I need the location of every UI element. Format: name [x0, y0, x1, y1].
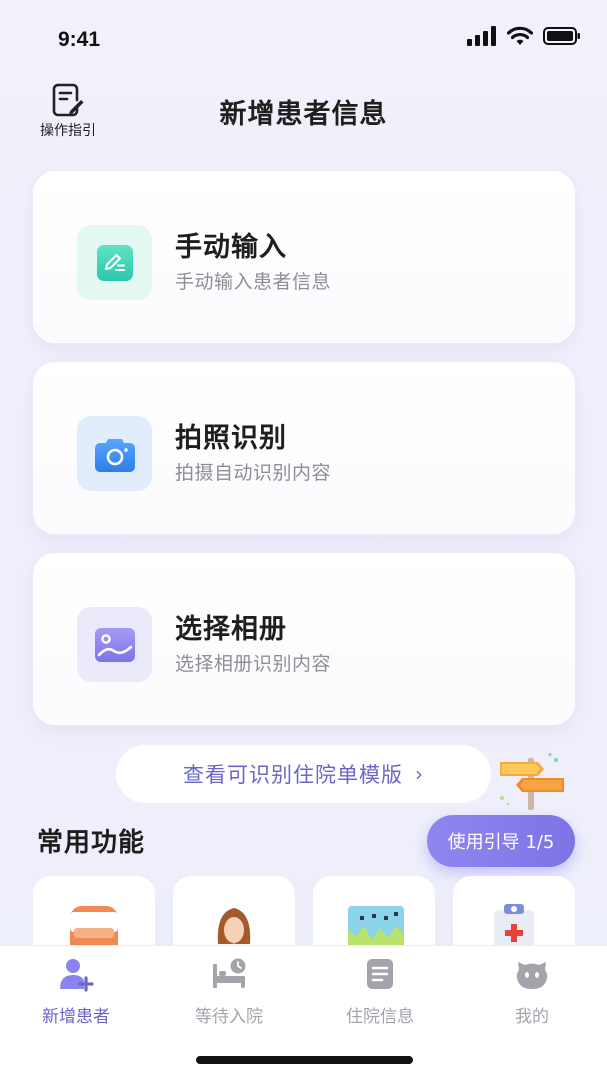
hospital-bed-icon	[213, 958, 246, 988]
choose-album-card[interactable]: 选择相册 选择相册识别内容	[33, 553, 575, 725]
photo-recognition-card[interactable]: 拍照识别 拍摄自动识别内容	[33, 362, 575, 534]
tab-profile-label: 我的	[515, 1007, 549, 1027]
view-templates-label: 查看可识别住院单模版	[183, 763, 403, 787]
doctor-avatar-icon	[217, 908, 251, 946]
tab-add-patient-label: 新增患者	[42, 1007, 110, 1027]
tab-hospital-info[interactable]: 住院信息	[325, 956, 435, 1027]
choose-album-icon-box	[77, 607, 152, 682]
battery-icon	[543, 27, 580, 45]
function-tile-4[interactable]	[453, 876, 575, 946]
function-tile-1[interactable]	[33, 876, 155, 946]
page-title: 新增患者信息	[219, 99, 388, 130]
photo-recognition-icon-box	[77, 416, 152, 491]
profile-face-icon	[516, 962, 548, 989]
manual-input-title: 手动输入	[175, 232, 287, 263]
function-tile-2[interactable]	[173, 876, 295, 946]
tab-add-patient[interactable]: 新增患者	[21, 956, 131, 1027]
photo-recognition-subtitle: 拍摄自动识别内容	[175, 462, 332, 484]
status-icons	[467, 26, 581, 46]
add-patient-icon	[60, 959, 94, 992]
medical-clipboard-icon	[494, 904, 534, 946]
wifi-icon	[507, 26, 533, 45]
status-time: 9:41	[58, 28, 101, 51]
manual-input-icon-box	[77, 225, 152, 300]
medicine-bottle-icon	[70, 906, 118, 946]
pencil-edit-icon	[96, 244, 133, 281]
tab-waiting-admission[interactable]: 等待入院	[174, 956, 284, 1027]
image-gallery-icon	[94, 627, 135, 662]
chart-monitor-icon	[348, 906, 404, 946]
choose-album-title: 选择相册	[175, 614, 287, 645]
tab-waiting-admission-label: 等待入院	[195, 1007, 263, 1027]
common-functions-row	[33, 876, 575, 946]
photo-recognition-title: 拍照识别	[175, 423, 287, 454]
signpost-icon	[500, 753, 564, 810]
chevron-right-icon: ›	[415, 762, 424, 786]
home-indicator[interactable]	[196, 1056, 413, 1064]
common-functions-title: 常用功能	[37, 828, 146, 858]
cellular-signal-icon	[467, 26, 496, 46]
manual-input-card[interactable]: 手动输入 手动输入患者信息	[33, 171, 575, 343]
document-list-icon	[367, 959, 393, 989]
manual-input-subtitle: 手动输入患者信息	[175, 271, 332, 293]
tab-hospital-info-label: 住院信息	[346, 1007, 414, 1027]
function-tile-3[interactable]	[313, 876, 435, 946]
camera-icon	[94, 438, 135, 472]
view-templates-link[interactable]: 查看可识别住院单模版 ›	[116, 745, 491, 803]
tab-profile[interactable]: 我的	[477, 956, 587, 1027]
choose-album-subtitle: 选择相册识别内容	[175, 653, 332, 675]
usage-guide-button[interactable]: 使用引导 1/5	[427, 815, 575, 867]
status-bar: 9:41	[0, 0, 607, 70]
